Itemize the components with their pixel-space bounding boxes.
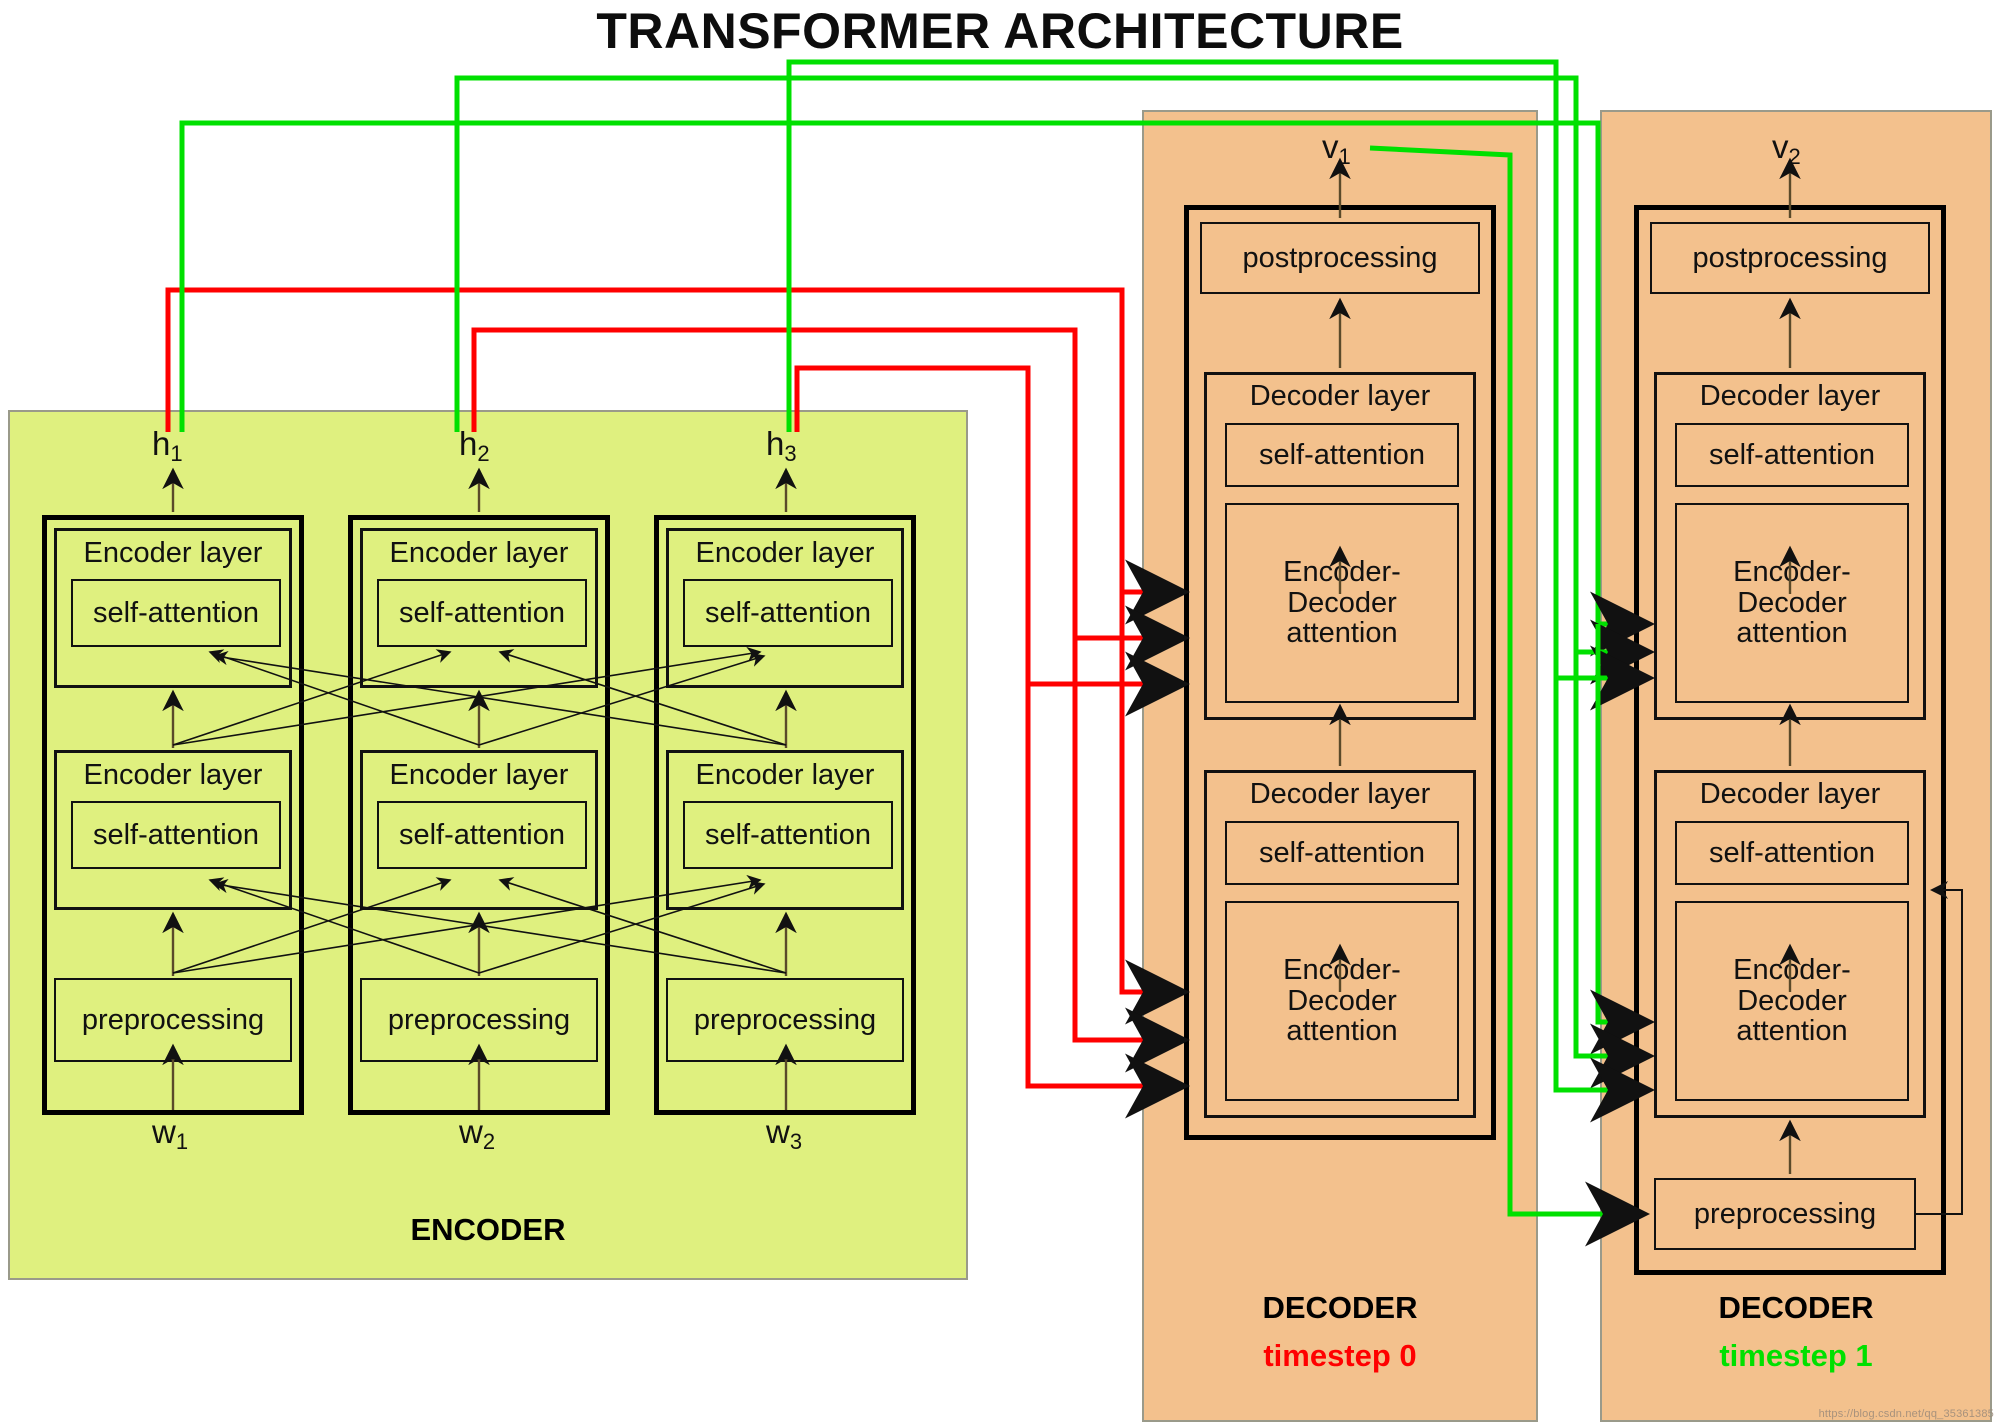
encoder-decoder-attention-box[interactable]: Encoder- Decoder attention bbox=[1225, 901, 1459, 1101]
decoder-layer-bottom-d1[interactable]: Decoder layer self-attention Encoder- De… bbox=[1654, 770, 1926, 1118]
encoder-input-w3: w3 bbox=[766, 1113, 803, 1154]
decoder-caption-0: DECODER bbox=[1262, 1290, 1418, 1325]
self-attention-box[interactable]: self-attention bbox=[71, 801, 281, 869]
encoder-layer-title: Encoder layer bbox=[695, 759, 875, 791]
diagram-canvas: TRANSFORMER ARCHITECTURE Encoder layer s… bbox=[0, 0, 2000, 1422]
decoder-timestep-label-0: timestep 0 bbox=[1263, 1338, 1417, 1373]
preprocessing-box-col3[interactable]: preprocessing bbox=[666, 978, 904, 1062]
self-attention-box[interactable]: self-attention bbox=[683, 579, 893, 647]
encoder-output-h1: h1 bbox=[152, 425, 183, 466]
self-attention-box[interactable]: self-attention bbox=[377, 801, 587, 869]
cross-attn-line-1: Encoder- bbox=[1283, 556, 1401, 589]
decoder-output-v2: v2 bbox=[1772, 128, 1801, 169]
preprocessing-box-col2[interactable]: preprocessing bbox=[360, 978, 598, 1062]
postprocessing-box-d1[interactable]: postprocessing bbox=[1650, 222, 1930, 294]
cross-attn-line-2: Decoder bbox=[1287, 586, 1397, 619]
encoder-output-h3: h3 bbox=[766, 425, 797, 466]
cross-attn-line-3: attention bbox=[1286, 617, 1398, 650]
decoder-layer-title: Decoder layer bbox=[1699, 778, 1881, 810]
decoder-layer-title: Decoder layer bbox=[1249, 380, 1431, 412]
decoder-layer-title: Decoder layer bbox=[1249, 778, 1431, 810]
encoder-layer-title: Encoder layer bbox=[695, 537, 875, 569]
encoder-layer-top-col1[interactable]: Encoder layer self-attention bbox=[54, 528, 292, 688]
encoder-layer-title: Encoder layer bbox=[389, 759, 569, 791]
preprocessing-box-col1[interactable]: preprocessing bbox=[54, 978, 292, 1062]
cross-attn-line-1: Encoder- bbox=[1283, 954, 1401, 987]
self-attention-box[interactable]: self-attention bbox=[1675, 423, 1909, 487]
encoder-input-w2: w2 bbox=[459, 1113, 496, 1154]
self-attention-box[interactable]: self-attention bbox=[683, 801, 893, 869]
page-title: TRANSFORMER ARCHITECTURE bbox=[596, 3, 1404, 59]
encoder-layer-top-col2[interactable]: Encoder layer self-attention bbox=[360, 528, 598, 688]
encoder-caption: ENCODER bbox=[410, 1212, 566, 1247]
decoder-timestep-label-1: timestep 1 bbox=[1719, 1338, 1873, 1373]
decoder-layer-title: Decoder layer bbox=[1699, 380, 1881, 412]
encoder-input-w1: w1 bbox=[152, 1113, 189, 1154]
decoder-layer-top-d1[interactable]: Decoder layer self-attention Encoder- De… bbox=[1654, 372, 1926, 720]
cross-attn-line-2: Decoder bbox=[1287, 984, 1397, 1017]
decoder-layer-top-d0[interactable]: Decoder layer self-attention Encoder- De… bbox=[1204, 372, 1476, 720]
encoder-layer-bottom-col1[interactable]: Encoder layer self-attention bbox=[54, 750, 292, 910]
encoder-output-h2: h2 bbox=[459, 425, 490, 466]
cross-attn-line-1: Encoder- bbox=[1733, 556, 1851, 589]
self-attention-box[interactable]: self-attention bbox=[1225, 423, 1459, 487]
cross-attn-line-2: Decoder bbox=[1737, 586, 1847, 619]
self-attention-box[interactable]: self-attention bbox=[1225, 821, 1459, 885]
decoder-output-v1: v1 bbox=[1322, 128, 1351, 169]
decoder-layer-bottom-d0[interactable]: Decoder layer self-attention Encoder- De… bbox=[1204, 770, 1476, 1118]
self-attention-box[interactable]: self-attention bbox=[377, 579, 587, 647]
postprocessing-box-d0[interactable]: postprocessing bbox=[1200, 222, 1480, 294]
encoder-layer-bottom-col3[interactable]: Encoder layer self-attention bbox=[666, 750, 904, 910]
cross-attn-line-3: attention bbox=[1736, 617, 1848, 650]
encoder-decoder-attention-box[interactable]: Encoder- Decoder attention bbox=[1675, 503, 1909, 703]
encoder-decoder-attention-box[interactable]: Encoder- Decoder attention bbox=[1675, 901, 1909, 1101]
encoder-decoder-attention-box[interactable]: Encoder- Decoder attention bbox=[1225, 503, 1459, 703]
encoder-layer-top-col3[interactable]: Encoder layer self-attention bbox=[666, 528, 904, 688]
cross-attn-line-3: attention bbox=[1736, 1015, 1848, 1048]
cross-attn-line-3: attention bbox=[1286, 1015, 1398, 1048]
decoder-caption-1: DECODER bbox=[1718, 1290, 1874, 1325]
cross-attn-line-1: Encoder- bbox=[1733, 954, 1851, 987]
encoder-layer-bottom-col2[interactable]: Encoder layer self-attention bbox=[360, 750, 598, 910]
watermark-text: https://blog.csdn.net/qq_35361385 bbox=[1818, 1408, 1994, 1420]
self-attention-box[interactable]: self-attention bbox=[1675, 821, 1909, 885]
encoder-layer-title: Encoder layer bbox=[83, 759, 263, 791]
encoder-layer-title: Encoder layer bbox=[83, 537, 263, 569]
encoder-layer-title: Encoder layer bbox=[389, 537, 569, 569]
self-attention-box[interactable]: self-attention bbox=[71, 579, 281, 647]
cross-attn-line-2: Decoder bbox=[1737, 984, 1847, 1017]
preprocessing-box-d1[interactable]: preprocessing bbox=[1654, 1178, 1916, 1250]
